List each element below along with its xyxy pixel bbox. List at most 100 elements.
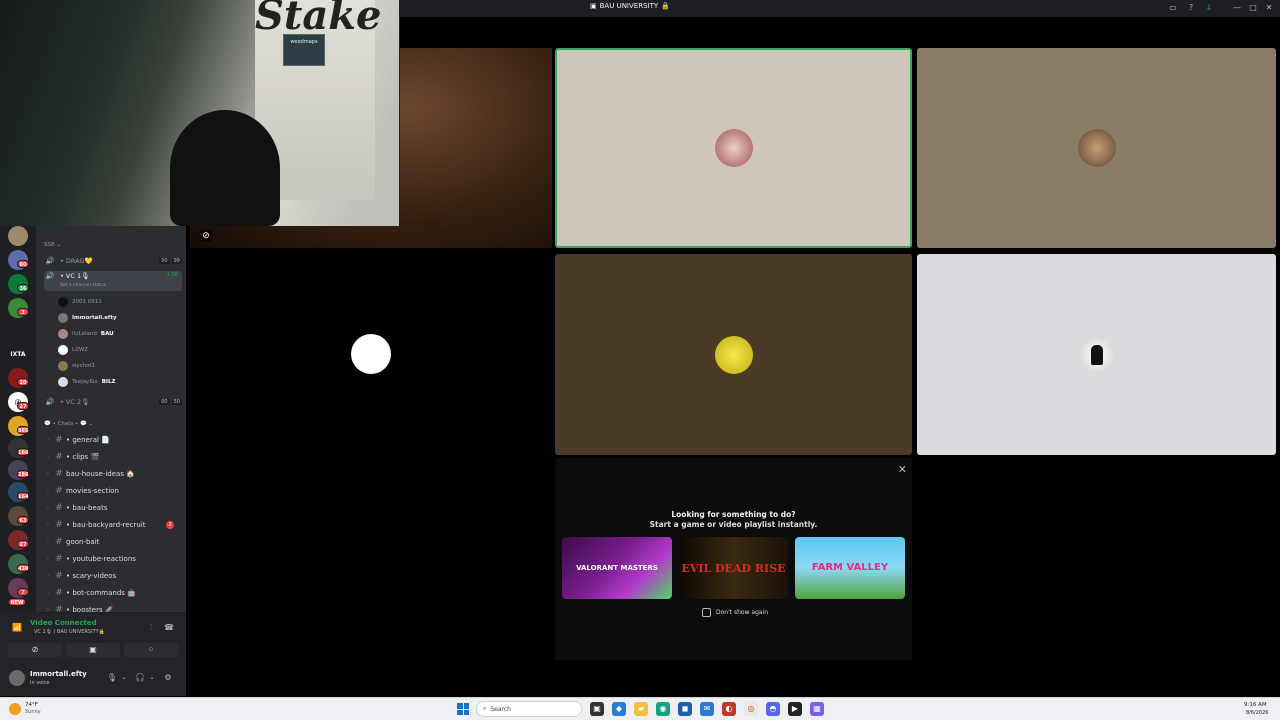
stream-preview-icon[interactable]: ⊘ — [200, 230, 212, 242]
copilot-icon[interactable]: ◆ — [612, 702, 626, 716]
hash-icon: # — [55, 468, 63, 479]
server-icon[interactable]: IXTA — [8, 344, 28, 364]
speaker-icon: 🔊 — [45, 272, 55, 280]
signal-icon[interactable]: 📶 — [10, 621, 24, 635]
game-card-valorant[interactable]: VALORANT MASTERS — [562, 537, 672, 599]
text-channel[interactable]: › # • youtube-reactions — [44, 551, 182, 566]
unread-badge: 63 — [17, 516, 29, 524]
speaker-icon: 🔊 — [45, 256, 55, 265]
server-icon: ▣ — [590, 2, 597, 10]
text-channel[interactable]: › # • bau-beats — [44, 500, 182, 515]
voice-member[interactable]: slyshot1 — [58, 359, 95, 372]
avatar — [714, 335, 753, 374]
microphone-icon[interactable]: 🎙 — [106, 672, 118, 684]
checkbox[interactable] — [702, 608, 711, 617]
weather-desc: Sunny — [25, 709, 41, 715]
text-channel[interactable]: › # bau-house-ideas 🏠 — [44, 466, 182, 481]
maximize-icon[interactable]: □ — [1248, 3, 1258, 13]
taskbar-search[interactable]: ⌕ Search — [476, 701, 582, 717]
game-card-farm[interactable]: FARM VALLEY — [795, 537, 905, 599]
camera-off-button[interactable]: ⊘ — [8, 643, 62, 657]
app-icon[interactable]: ◐ — [722, 702, 736, 716]
voice-member[interactable]: ItzLeland BAU — [58, 327, 114, 340]
lock-icon: 🔒 — [661, 2, 670, 10]
server-icon[interactable] — [8, 226, 28, 246]
weather-icon[interactable] — [9, 703, 21, 715]
text-channel[interactable]: › # movies-section — [44, 483, 182, 498]
voice-location[interactable]: VC 1🎙 / BAU UNIVERSITY🔒 — [34, 629, 105, 635]
help-icon[interactable]: ? — [1186, 3, 1196, 13]
user-status: In voice — [30, 680, 50, 686]
voice-member[interactable]: Immortall.efty — [58, 311, 117, 324]
text-channel[interactable]: › # • general 📄 — [44, 432, 182, 447]
server-rail: 80 36 3 IXTA 20 ⓓ 27 885 166 286 164 63 … — [0, 226, 36, 612]
category-chats[interactable]: 💬 • Chats • 💬 ⌄ — [44, 421, 93, 427]
text-channel[interactable]: › # • bot-commands 🤖 — [44, 585, 182, 600]
taskbar: 74°F Sunny ⌕ Search ▣ ◆ ▰ ◉ ◼ ✉ ◐ ◎ ◓ ▶ … — [0, 697, 1280, 720]
avatar[interactable] — [9, 670, 25, 686]
voice-channel-drag[interactable]: 🔊 • DRAG💛 00 99 — [44, 254, 182, 267]
download-icon[interactable]: ↓ — [1204, 3, 1214, 13]
clock-time[interactable]: 9:16 AM — [1244, 702, 1267, 708]
wall-sign: weedmaps — [283, 34, 325, 66]
chevron-down-icon[interactable]: ⌄ — [118, 672, 130, 684]
hash-icon: # — [55, 570, 63, 581]
unread-badge: 166 — [17, 448, 29, 456]
disconnect-icon[interactable]: ☎ — [162, 621, 176, 635]
voice-member[interactable]: TeeJay6ix BILZ — [58, 375, 115, 388]
participant-tile-4[interactable] — [917, 254, 1276, 455]
discord-icon[interactable]: ◓ — [766, 702, 780, 716]
noise-suppression-icon[interactable]: ⫶ — [144, 621, 158, 635]
channel-list: SSB ⌄ 🔊 • DRAG💛 00 99 🔊 • VC 1🎙 Set a chan… — [36, 226, 186, 612]
avatar — [1077, 335, 1116, 374]
store-icon[interactable]: ◼ — [678, 702, 692, 716]
game-card-evil-dead[interactable]: EVIL DEAD RISE — [679, 537, 788, 599]
minimize-icon[interactable]: — — [1232, 3, 1242, 13]
chrome-icon[interactable]: ◎ — [744, 702, 758, 716]
edge-icon[interactable]: ◉ — [656, 702, 670, 716]
headphones-icon[interactable]: 🎧 — [134, 672, 146, 684]
inbox-icon[interactable]: ▭ — [1168, 3, 1178, 13]
window-title-text: BAU UNIVERSITY — [599, 2, 659, 10]
participant-avatar-placeholder[interactable] — [351, 334, 391, 374]
app-icon[interactable]: ▦ — [810, 702, 824, 716]
text-channel[interactable]: › # • bau-backyard-recruit 2 — [44, 517, 182, 532]
text-channel[interactable]: › # • clips 🎬 — [44, 449, 182, 464]
text-channel[interactable]: › # • scary-videos — [44, 568, 182, 583]
text-channel[interactable]: › # • boosters 🚀 — [44, 602, 182, 613]
weather-temp[interactable]: 74°F — [25, 702, 38, 708]
close-icon[interactable]: ✕ — [898, 463, 907, 476]
mail-icon[interactable]: ✉ — [700, 702, 714, 716]
gear-icon[interactable]: ⚙ — [162, 672, 174, 684]
hash-icon: # — [55, 553, 63, 564]
chevron-down-icon[interactable]: ⌄ — [146, 672, 158, 684]
activities-button[interactable]: ⁘ — [124, 643, 178, 657]
media-player-icon[interactable]: ▶ — [788, 702, 802, 716]
clock-date[interactable]: 8/6/2026 — [1246, 710, 1268, 716]
voice-member[interactable]: 2001 0911 — [58, 295, 102, 308]
participant-tile-3[interactable] — [555, 254, 912, 455]
hash-icon: # — [55, 519, 63, 530]
window-title: ▣ BAU UNIVERSITY 🔒 — [590, 2, 670, 10]
search-icon: ⌕ — [483, 705, 487, 712]
hash-icon: # — [55, 536, 63, 547]
participant-tile-1[interactable] — [555, 48, 912, 248]
unread-badge: 80 — [17, 260, 29, 268]
voice-status[interactable]: Video Connected — [30, 619, 97, 627]
text-channel[interactable]: › # goon-bait — [44, 534, 182, 549]
unread-badge: 430 — [17, 564, 29, 572]
task-view-icon[interactable]: ▣ — [590, 702, 604, 716]
close-window-icon[interactable]: ✕ — [1264, 3, 1274, 13]
voice-channel-vc2[interactable]: 🔊 • VC 2🎙 00 50 — [44, 395, 182, 408]
screenshare-button[interactable]: ▣ — [66, 643, 120, 657]
voice-channel-vc1[interactable]: 🔊 • VC 1🎙 Set a channel status 1:56 — [44, 271, 182, 291]
category-ssb[interactable]: SSB ⌄ — [44, 242, 61, 248]
windows-start-icon[interactable] — [457, 703, 469, 715]
username[interactable]: Immortall.efty — [30, 670, 87, 678]
participant-tile-2[interactable] — [917, 48, 1276, 248]
voice-connection-panel: 📶 Video Connected VC 1🎙 / BAU UNIVERSITY… — [0, 612, 186, 662]
dont-show-again[interactable]: Don't show again — [702, 608, 768, 617]
file-explorer-icon[interactable]: ▰ — [634, 702, 648, 716]
voice-member[interactable]: LZWZ — [58, 343, 88, 356]
mention-badge: 2 — [166, 520, 174, 529]
